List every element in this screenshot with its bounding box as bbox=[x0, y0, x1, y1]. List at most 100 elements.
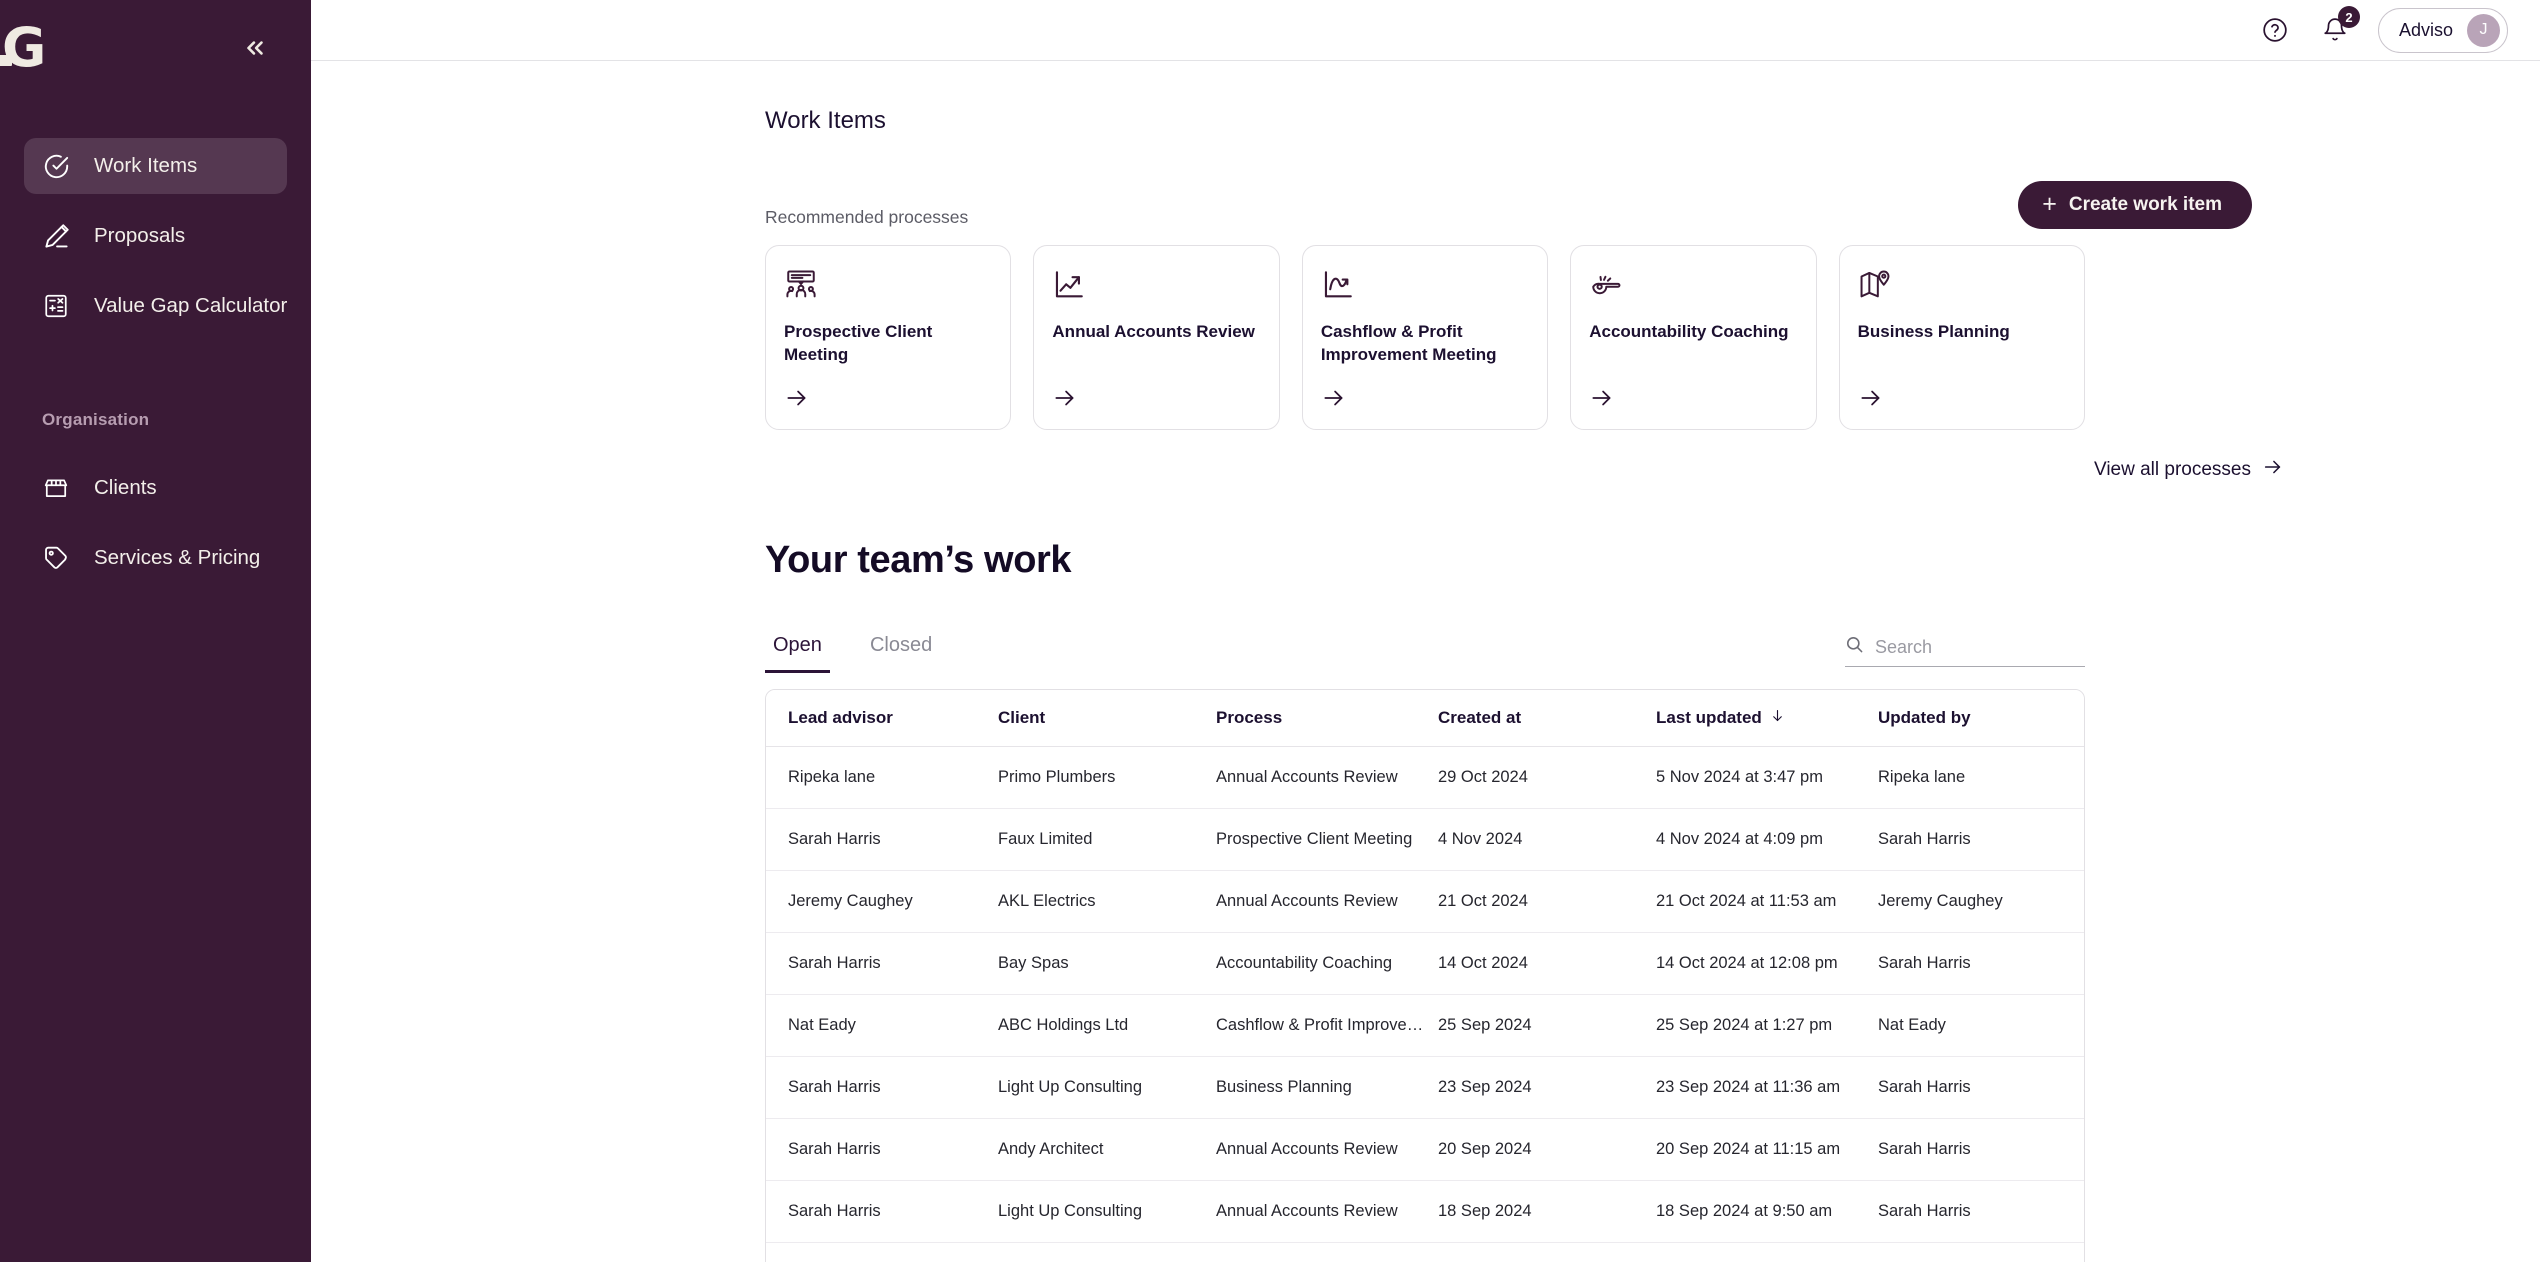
column-header-process[interactable]: Process bbox=[1216, 690, 1438, 747]
logo-dash bbox=[0, 55, 12, 66]
cell-updated-by: Sarah Harris bbox=[1878, 1118, 2084, 1181]
column-header-updated-by[interactable]: Updated by bbox=[1878, 690, 2084, 747]
process-card[interactable]: Annual Accounts Review bbox=[1033, 245, 1280, 430]
chevrons-left-icon[interactable] bbox=[235, 28, 275, 68]
create-work-item-label: Create work item bbox=[2068, 194, 2222, 215]
process-card[interactable]: Business Planning bbox=[1838, 245, 2086, 430]
column-header-lead-advisor[interactable]: Lead advisor bbox=[766, 690, 998, 747]
page-content: Work Items + Create work item Recommende… bbox=[311, 107, 2540, 1262]
process-card-title: Business Planning bbox=[1857, 322, 2010, 341]
app-logo: G bbox=[0, 18, 104, 78]
process-card[interactable]: Prospective Client Meeting bbox=[765, 245, 1012, 430]
cell-updated-by: Sarah Harris bbox=[1878, 1180, 2084, 1243]
cell-lead-advisor: Sarah Harris bbox=[766, 1118, 998, 1181]
check-circle-icon bbox=[42, 152, 70, 180]
process-card[interactable]: Cashflow & Profit Improvement Meeting bbox=[1301, 245, 1549, 430]
cell-lead-advisor: Sarah Harris bbox=[766, 1180, 998, 1243]
search-input[interactable] bbox=[1875, 636, 2085, 658]
arrow-right-icon[interactable] bbox=[784, 385, 810, 411]
view-all-processes-link[interactable]: View all processes bbox=[311, 456, 2284, 484]
cell-last-updated: 23 Sep 2024 at 11:36 am bbox=[1656, 1056, 1878, 1119]
recommended-processes-list: Prospective Client Meeting Annual Accoun… bbox=[765, 245, 2086, 430]
sidebar-section-title: Organisation bbox=[42, 410, 150, 429]
create-work-item-button[interactable]: + Create work item bbox=[2018, 181, 2252, 229]
tab-open[interactable]: Open bbox=[765, 634, 830, 673]
sidebar-item-label: Services & Pricing bbox=[94, 546, 261, 569]
table-row[interactable]: Jeremy CaugheyBay SpasAnnual Accounts Re… bbox=[766, 1243, 2084, 1262]
column-header-created-at[interactable]: Created at bbox=[1438, 690, 1656, 747]
cell-updated-by: Nat Eady bbox=[1878, 994, 2084, 1057]
avatar: J bbox=[2467, 13, 2500, 47]
cell-last-updated: 4 Nov 2024 at 4:09 pm bbox=[1656, 808, 1878, 871]
sidebar-item-work-items[interactable]: Work Items bbox=[24, 138, 287, 194]
cell-lead-advisor: Jeremy Caughey bbox=[766, 870, 998, 933]
cell-last-updated: 18 Sep 2024 at 9:50 am bbox=[1656, 1180, 1878, 1243]
cell-client: Primo Plumbers bbox=[998, 746, 1216, 809]
sidebar-item-value-gap-calculator[interactable]: Value Gap Calculator bbox=[24, 278, 287, 334]
cell-lead-advisor: Sarah Harris bbox=[766, 1056, 998, 1119]
sidebar-item-label: Proposals bbox=[94, 224, 186, 247]
work-item-tabs: Open Closed bbox=[765, 634, 940, 673]
arrow-right-icon[interactable] bbox=[1589, 385, 1615, 411]
column-label: Process bbox=[1216, 708, 1283, 727]
table-row[interactable]: Sarah Harris Light Up Consulting Annual Ac… bbox=[766, 1180, 2084, 1243]
main-area: 2 Adviso J Work Items + Create work item… bbox=[311, 0, 2540, 1262]
cell-process: Accountability Coaching bbox=[1216, 932, 1438, 995]
cell-created-at: 14 Oct 2024 bbox=[1438, 932, 1656, 995]
sidebar-item-label: Work Items bbox=[94, 154, 198, 177]
bell-icon[interactable]: 2 bbox=[2318, 6, 2360, 47]
calculator-icon bbox=[42, 292, 70, 320]
sidebar-item-label: Value Gap Calculator bbox=[94, 294, 288, 317]
sidebar-header: G bbox=[0, 0, 311, 96]
cell-updated-by: Sarah Harris bbox=[1878, 932, 2084, 995]
table-row[interactable]: Sarah Harris Bay Spas Accountability Coach… bbox=[766, 932, 2084, 995]
presentation-people-icon bbox=[784, 268, 818, 302]
sort-desc-icon bbox=[1770, 708, 1785, 728]
table-row[interactable]: Jeremy Caughey AKL Electrics Annual Accoun… bbox=[766, 870, 2084, 933]
map-icon bbox=[1858, 268, 1892, 302]
process-card-title: Accountability Coaching bbox=[1589, 322, 1789, 341]
plus-icon: + bbox=[2042, 189, 2057, 218]
table-row[interactable]: Ripeka lane Primo Plumbers Annual Accounts… bbox=[766, 746, 2084, 809]
user-name: Adviso bbox=[2398, 19, 2453, 40]
cell-process: Annual Accounts Review bbox=[1216, 1243, 1438, 1262]
cell-updated-by: Jeremy Caughey bbox=[1878, 1243, 2084, 1262]
cell-process: Prospective Client Meeting bbox=[1216, 808, 1438, 871]
table-row[interactable]: Sarah Harris Andy Architect Annual Account… bbox=[766, 1118, 2084, 1181]
top-bar: 2 Adviso J bbox=[311, 0, 2540, 61]
app-root: G Work Items Proposals Value Gap Calcula… bbox=[0, 0, 2540, 1262]
chart-up-icon bbox=[1052, 268, 1086, 302]
column-label: Created at bbox=[1438, 708, 1522, 727]
column-label: Lead advisor bbox=[788, 708, 893, 727]
arrow-right-icon[interactable] bbox=[1321, 385, 1347, 411]
cell-process: Annual Accounts Review bbox=[1216, 870, 1438, 933]
cell-created-at: 23 Sep 2024 bbox=[1438, 1056, 1656, 1119]
sidebar-item-proposals[interactable]: Proposals bbox=[24, 208, 287, 264]
process-card[interactable]: Accountability Coaching bbox=[1570, 245, 1817, 430]
tab-closed[interactable]: Closed bbox=[862, 634, 940, 673]
whistle-icon bbox=[1589, 268, 1623, 302]
sidebar-item-label: Clients bbox=[94, 476, 157, 499]
sidebar-item-clients[interactable]: Clients bbox=[24, 460, 287, 516]
table-row[interactable]: Sarah Harris Light Up Consulting Business … bbox=[766, 1056, 2084, 1119]
column-label: Updated by bbox=[1878, 708, 1971, 727]
cell-client: Bay Spas bbox=[998, 932, 1216, 995]
arrow-right-icon[interactable] bbox=[1858, 385, 1884, 411]
cell-last-updated: 21 Oct 2024 at 11:53 am bbox=[1656, 870, 1878, 933]
question-circle-icon[interactable] bbox=[2258, 13, 2292, 47]
column-header-last-updated[interactable]: Last updated bbox=[1656, 690, 1878, 747]
user-menu[interactable]: Adviso J bbox=[2377, 7, 2508, 53]
sidebar-item-services-pricing[interactable]: Services & Pricing bbox=[24, 530, 287, 586]
table-row[interactable]: Sarah Harris Faux Limited Prospective Clie… bbox=[766, 808, 2084, 871]
table-body: Ripeka lane Primo Plumbers Annual Accounts… bbox=[766, 746, 2084, 1262]
table-row[interactable]: Nat Eady ABC Holdings Ltd Cashflow & Profi… bbox=[766, 994, 2084, 1057]
search-box[interactable] bbox=[1845, 635, 2085, 667]
arrow-right-icon[interactable] bbox=[1052, 385, 1078, 411]
column-label: Last updated bbox=[1656, 708, 1762, 727]
work-items-table: Lead advisor Client Process Created at L… bbox=[765, 689, 2085, 1262]
logo-letter: G bbox=[2, 16, 46, 79]
cell-created-at: 18 Sep 2024 bbox=[1438, 1180, 1656, 1243]
cell-client: Faux Limited bbox=[998, 808, 1216, 871]
process-card-title: Prospective Client Meeting bbox=[784, 322, 933, 364]
column-header-client[interactable]: Client bbox=[998, 690, 1216, 747]
